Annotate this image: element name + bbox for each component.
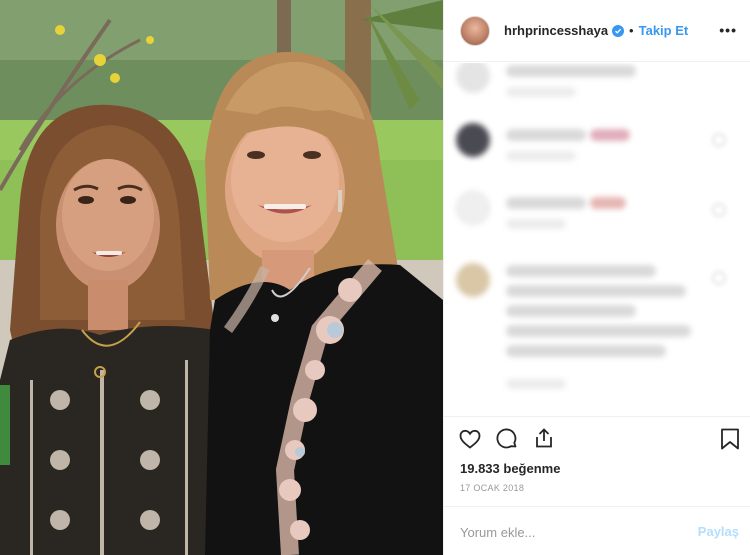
post-side-panel: hrhprincesshaya • Takip Et ••• 19.833 be…	[443, 0, 750, 555]
more-options-icon[interactable]: •••	[719, 22, 737, 38]
username-link[interactable]: hrhprincesshaya	[504, 23, 608, 38]
heart-icon[interactable]	[712, 203, 726, 217]
post-header: hrhprincesshaya • Takip Et •••	[444, 0, 750, 62]
heart-icon[interactable]	[458, 427, 482, 456]
comments-list	[444, 63, 750, 415]
post-actions: 19.833 beğenme 17 OCAK 2018	[444, 416, 750, 506]
post-date: 17 OCAK 2018	[460, 483, 525, 493]
comment-box: Paylaş	[444, 506, 750, 555]
follow-button[interactable]: Takip Et	[639, 23, 689, 38]
comment-input[interactable]	[460, 522, 680, 542]
share-icon[interactable]	[532, 426, 556, 455]
heart-icon[interactable]	[712, 133, 726, 147]
bookmark-icon[interactable]	[719, 427, 741, 456]
likes-count[interactable]: 19.833 beğenme	[460, 461, 560, 476]
comment-icon[interactable]	[495, 427, 519, 456]
post-comment-button[interactable]: Paylaş	[698, 524, 739, 539]
photo-illustration	[0, 0, 443, 555]
heart-icon[interactable]	[712, 271, 726, 285]
verified-badge-icon	[612, 24, 625, 37]
avatar[interactable]	[460, 15, 490, 46]
separator-dot: •	[629, 23, 634, 38]
post-photo[interactable]	[0, 0, 443, 555]
